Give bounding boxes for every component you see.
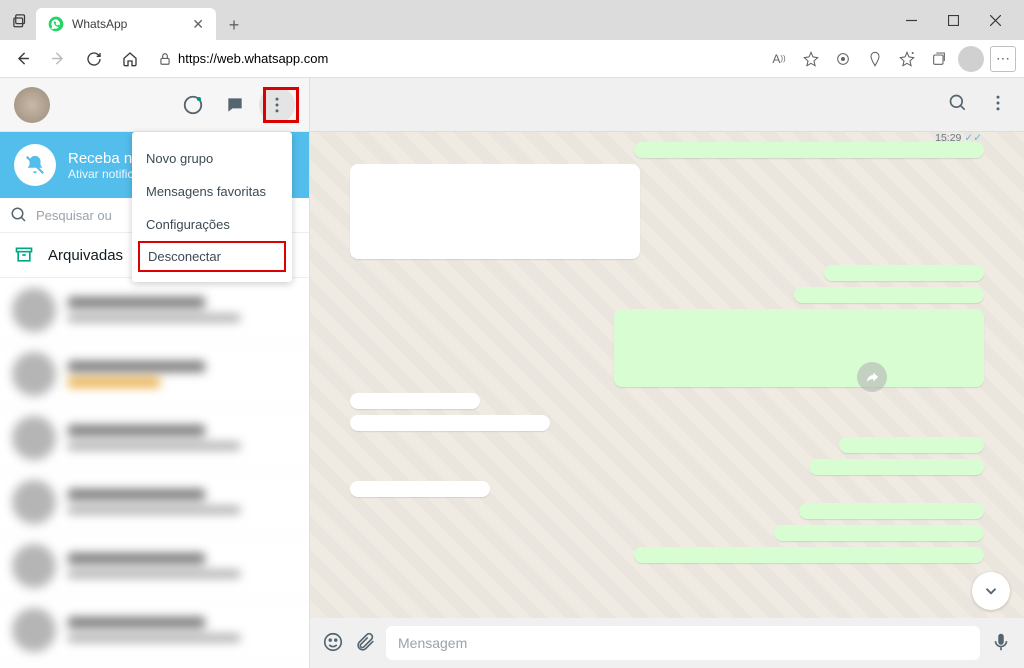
- collections-icon[interactable]: [926, 46, 952, 72]
- whatsapp-logo-icon: [48, 16, 64, 32]
- message-out[interactable]: [839, 437, 984, 453]
- url-text: https://web.whatsapp.com: [178, 51, 328, 66]
- message-out[interactable]: [824, 265, 984, 281]
- back-button[interactable]: [8, 45, 36, 73]
- chat-pane: 15:29 ✓✓: [310, 78, 1024, 668]
- message-out[interactable]: [799, 503, 984, 519]
- message-in[interactable]: [350, 481, 490, 497]
- chat-list-item[interactable]: [0, 598, 309, 662]
- browser-tab[interactable]: WhatsApp ✕: [36, 8, 216, 40]
- scroll-to-bottom-button[interactable]: [972, 572, 1010, 610]
- bell-slash-icon: [14, 144, 56, 186]
- chat-list: [0, 278, 309, 668]
- forward-icon[interactable]: [857, 362, 887, 392]
- tab-actions-icon[interactable]: [8, 9, 30, 31]
- favorite-icon[interactable]: [798, 46, 824, 72]
- message-out[interactable]: [614, 309, 984, 387]
- chat-menu-icon[interactable]: [988, 93, 1008, 116]
- reload-button[interactable]: [80, 45, 108, 73]
- emoji-icon[interactable]: [322, 631, 344, 656]
- message-in[interactable]: [350, 164, 640, 259]
- search-placeholder: Pesquisar ou: [36, 208, 112, 223]
- search-in-chat-icon[interactable]: [948, 93, 968, 116]
- read-aloud-icon[interactable]: A)): [766, 46, 792, 72]
- mic-icon[interactable]: [990, 631, 1012, 656]
- status-icon[interactable]: [175, 87, 211, 123]
- menu-configuracoes[interactable]: Configurações: [132, 208, 292, 241]
- message-composer: Mensagem: [310, 618, 1024, 668]
- chat-list-item[interactable]: [0, 342, 309, 406]
- sidebar: Novo grupo Mensagens favoritas Configura…: [0, 78, 310, 668]
- sidebar-header: [0, 78, 309, 132]
- chat-list-item[interactable]: [0, 406, 309, 470]
- menu-novo-grupo[interactable]: Novo grupo: [132, 142, 292, 175]
- new-tab-button[interactable]: +: [222, 13, 246, 37]
- favorites-star-icon[interactable]: [894, 46, 920, 72]
- browser-more-button[interactable]: ⋯: [990, 46, 1016, 72]
- archived-label: Arquivadas: [48, 247, 123, 264]
- profile-avatar[interactable]: [958, 46, 984, 72]
- window-maximize-button[interactable]: [938, 5, 968, 35]
- chat-list-item[interactable]: [0, 470, 309, 534]
- message-out[interactable]: [809, 459, 984, 475]
- new-chat-icon[interactable]: [217, 87, 253, 123]
- lock-icon: [158, 52, 172, 66]
- messages-container: 15:29 ✓✓: [310, 132, 1024, 618]
- search-icon: [10, 206, 28, 224]
- message-out[interactable]: [794, 287, 984, 303]
- forward-button: [44, 45, 72, 73]
- message-out[interactable]: [634, 547, 984, 563]
- archive-icon: [14, 245, 34, 265]
- menu-desconectar[interactable]: Desconectar: [138, 241, 286, 272]
- browser-address-bar: https://web.whatsapp.com A)) ⋯: [0, 40, 1024, 78]
- chat-header: [310, 78, 1024, 132]
- message-in[interactable]: [350, 415, 550, 431]
- dropdown-menu: Novo grupo Mensagens favoritas Configura…: [132, 132, 292, 282]
- chat-list-item[interactable]: [0, 534, 309, 598]
- home-button[interactable]: [116, 45, 144, 73]
- extension-icon-2[interactable]: [862, 46, 888, 72]
- message-input-placeholder: Mensagem: [398, 635, 467, 651]
- attach-icon[interactable]: [354, 631, 376, 656]
- annotation-highlight-menu: [263, 87, 299, 123]
- message-out[interactable]: [634, 142, 984, 158]
- chat-list-item[interactable]: [0, 278, 309, 342]
- user-avatar[interactable]: [14, 87, 50, 123]
- extension-icon-1[interactable]: [830, 46, 856, 72]
- window-minimize-button[interactable]: [896, 5, 926, 35]
- menu-mensagens-favoritas[interactable]: Mensagens favoritas: [132, 175, 292, 208]
- browser-title-bar: WhatsApp ✕ +: [0, 0, 1024, 40]
- tab-title: WhatsApp: [72, 17, 127, 31]
- window-close-button[interactable]: [980, 5, 1010, 35]
- message-out[interactable]: [774, 525, 984, 541]
- message-in[interactable]: [350, 393, 480, 409]
- tab-close-icon[interactable]: ✕: [192, 16, 204, 33]
- message-input[interactable]: Mensagem: [386, 626, 980, 660]
- url-input[interactable]: https://web.whatsapp.com: [152, 51, 758, 66]
